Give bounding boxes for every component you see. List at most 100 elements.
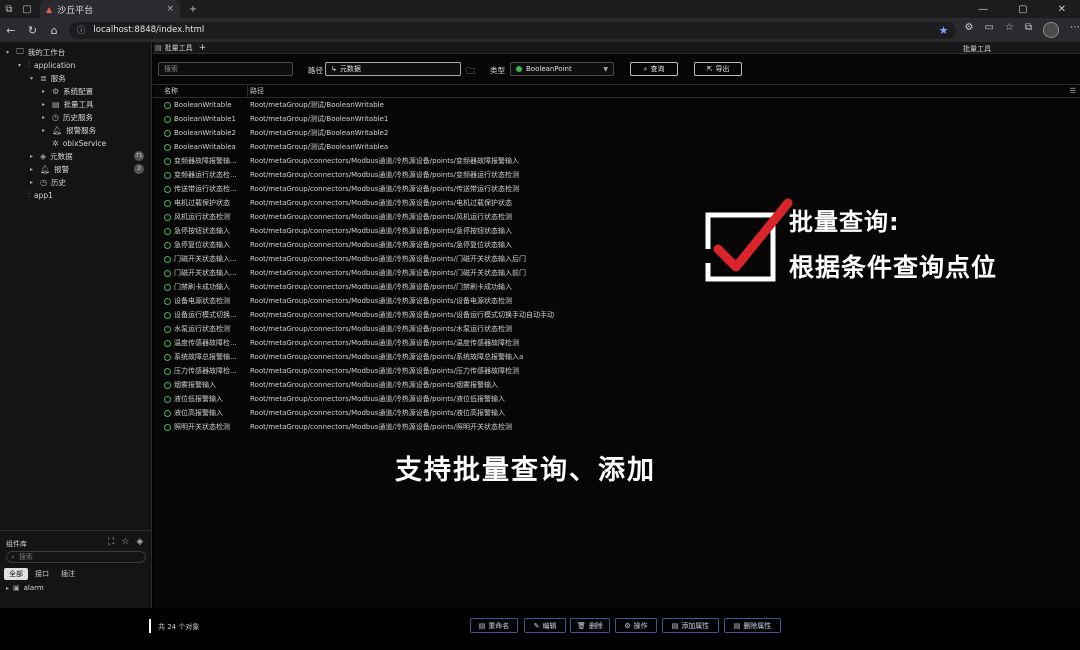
expand-arrow-icon[interactable]: ▸	[30, 179, 36, 186]
action-button[interactable]: ▤ 添加属性	[662, 618, 719, 633]
table-row[interactable]: BooleanWritable Root/metaGroup/测试/Boolean…	[153, 98, 1080, 112]
library-expand-icon[interactable]: ⛶	[108, 537, 114, 547]
expand-arrow-icon[interactable]: ▾	[6, 49, 12, 56]
query-button[interactable]: ⌕ 查询	[630, 62, 678, 76]
back-icon[interactable]: ←	[4, 24, 18, 37]
cell-path: Root/metaGroup/connectors/Modbus通道/冷热源设备…	[250, 395, 505, 403]
favorites-icon[interactable]: ☆	[1005, 22, 1014, 38]
tree-item[interactable]: ▸ ◈ 元数据 71	[30, 150, 152, 162]
tree-item[interactable]: ▾ 🖵 我的工作台	[6, 46, 152, 58]
table-row[interactable]: BooleanWritable1 Root/metaGroup/测试/Boolea…	[153, 112, 1080, 126]
table-row[interactable]: 急停按钮状态输入 Root/metaGroup/connectors/Modbus…	[153, 224, 1080, 238]
action-button[interactable]: 🗑︎ 删除	[570, 618, 610, 633]
tree-item[interactable]: ▸ 🔔︎ 报警服务	[42, 124, 152, 136]
table-row[interactable]: 系统故障总报警输... Root/metaGroup/connectors/Mod…	[153, 350, 1080, 364]
extensions-icon[interactable]: ⚙	[964, 22, 973, 38]
tree-item[interactable]: ▸ ◷ 历史服务	[42, 111, 152, 123]
cell-name: 急停复位状态输入	[153, 240, 248, 250]
table-row[interactable]: 风机运行状态检测 Root/metaGroup/connectors/Modbus…	[153, 210, 1080, 224]
favorite-star-icon[interactable]: ★	[939, 24, 949, 37]
library-star-icon[interactable]: ☆	[121, 537, 129, 547]
tree-item[interactable]: ✲ obixService	[42, 137, 152, 149]
close-window-icon[interactable]: ✕	[1058, 4, 1066, 15]
library-search-input[interactable]: ⌕ 搜索	[6, 551, 146, 563]
filter-plugin[interactable]: 插注	[56, 568, 80, 580]
expand-arrow-icon[interactable]: ▸	[30, 153, 36, 160]
workspaces-icon[interactable]: ⧉	[0, 4, 18, 15]
table-row[interactable]: 水泵运行状态检测 Root/metaGroup/connectors/Modbus…	[153, 322, 1080, 336]
tree-item[interactable]: ▸ 🔔︎ 报警 2	[30, 163, 152, 175]
profile-avatar[interactable]	[1043, 22, 1060, 38]
tree-item[interactable]: ⫶ app1	[18, 189, 152, 201]
table-header: 名称 路径 ☰	[153, 84, 1080, 98]
expand-arrow-icon[interactable]: ▾	[18, 62, 24, 69]
table-row[interactable]: 设备运行模式切换... Root/metaGroup/connectors/Mod…	[153, 308, 1080, 322]
tab-actions-icon[interactable]: ▢	[18, 4, 36, 15]
tab-close-icon[interactable]: ×	[166, 4, 174, 14]
maximize-icon[interactable]: ▢	[1018, 4, 1027, 15]
table-row[interactable]: BooleanWritablea Root/metaGroup/测试/Boolea…	[153, 140, 1080, 154]
column-header-path[interactable]: 路径	[248, 86, 264, 96]
expand-arrow-icon[interactable]: ▸	[42, 101, 48, 108]
table-row[interactable]: 烟雾报警输入 Root/metaGroup/connectors/Modbus通道…	[153, 378, 1080, 392]
add-tab-button[interactable]: +	[199, 43, 207, 53]
path-input[interactable]: ↳ 元数据	[325, 62, 461, 76]
minimize-icon[interactable]: —	[978, 4, 988, 15]
export-button[interactable]: ⇱ 导出	[694, 62, 742, 76]
browser-tab-title: 沙丘平台	[57, 5, 94, 16]
action-button[interactable]: ⚙ 操作	[615, 618, 657, 633]
table-row[interactable]: 变频器故障报警输... Root/metaGroup/connectors/Mod…	[153, 154, 1080, 168]
filter-all[interactable]: 全部	[4, 568, 28, 580]
column-header-name[interactable]: 名称	[153, 85, 248, 97]
new-tab-button[interactable]: +	[184, 4, 202, 15]
site-info-icon[interactable]: ⓘ	[77, 24, 86, 36]
expand-arrow-icon[interactable]: ▸	[42, 127, 48, 134]
table-row[interactable]: BooleanWritable2 Root/metaGroup/测试/Boolea…	[153, 126, 1080, 140]
expand-arrow-icon[interactable]: ▸	[42, 88, 48, 95]
tree-item-label: 报警	[54, 164, 70, 174]
operate-icon: ⚙	[624, 621, 631, 630]
table-row[interactable]: 温度传感器故障检... Root/metaGroup/connectors/Mod…	[153, 336, 1080, 350]
table-row[interactable]: 压力传感器故障检... Root/metaGroup/connectors/Mod…	[153, 364, 1080, 378]
library-item-alarm[interactable]: ▸ ▣ alarm	[6, 584, 44, 592]
point-name: 变频器运行状态检...	[174, 171, 237, 179]
tree-item[interactable]: ▾ ≣ 服务	[30, 72, 152, 84]
folder-icon[interactable]: 🗀	[466, 64, 475, 80]
table-row[interactable]: 设备电源状态检测 Root/metaGroup/connectors/Modbus…	[153, 294, 1080, 308]
tree-item[interactable]: ▸ ◷ 历史	[30, 176, 152, 188]
table-row[interactable]: 液位高报警输入 Root/metaGroup/connectors/Modbus通…	[153, 406, 1080, 420]
url-field[interactable]: ⓘ localhost:8848/index.html ★	[68, 21, 957, 39]
action-label: 删除属性	[743, 621, 772, 630]
action-button[interactable]: ✎ 编辑	[524, 618, 566, 633]
expand-arrow-icon[interactable]: ▸	[30, 166, 36, 173]
table-row[interactable]: 液位低报警输入 Root/metaGroup/connectors/Modbus通…	[153, 392, 1080, 406]
expand-arrow-icon[interactable]: ▾	[30, 75, 36, 82]
collections-icon[interactable]: ⧉	[1025, 22, 1032, 38]
action-button[interactable]: ▤ 重命名	[470, 618, 518, 633]
point-name: 系统故障总报警输...	[174, 353, 237, 361]
browser-tab[interactable]: ▲ 沙丘平台 ×	[40, 0, 180, 18]
query-button-label: 查询	[650, 65, 665, 73]
table-row[interactable]: 电机过载保护状态 Root/metaGroup/connectors/Modbus…	[153, 196, 1080, 210]
library-box-icon[interactable]: ◈	[136, 537, 143, 547]
table-row[interactable]: 传送带运行状态检... Root/metaGroup/connectors/Mod…	[153, 182, 1080, 196]
tree-item[interactable]: ▸ ⚙ 系统配置	[42, 85, 152, 97]
type-select[interactable]: BooleanPoint ▼	[510, 62, 614, 76]
more-icon[interactable]: ⋯	[1070, 22, 1080, 38]
action-button[interactable]: ▤ 删除属性	[724, 618, 781, 633]
tree-item[interactable]: ▸ ▤ 批量工具	[42, 98, 152, 110]
home-icon[interactable]: ⌂	[47, 24, 61, 37]
column-menu-icon[interactable]: ☰	[1070, 87, 1076, 95]
filter-interface[interactable]: 接口	[30, 568, 54, 580]
tab-batch-tool[interactable]: ▤ 批量工具	[155, 43, 193, 53]
tree-item-label: 我的工作台	[27, 47, 66, 57]
table-row[interactable]: 照明开关状态检测 Root/metaGroup/connectors/Modbus…	[153, 420, 1080, 434]
tree-item[interactable]: ▾ ⫶ application	[18, 59, 152, 71]
table-row[interactable]: 变频器运行状态检... Root/metaGroup/connectors/Mod…	[153, 168, 1080, 182]
right-panel-title: 批量工具	[963, 45, 991, 53]
reload-icon[interactable]: ↻	[26, 24, 40, 37]
search-input[interactable]: 搜索	[158, 62, 293, 76]
split-screen-icon[interactable]: ▭	[984, 22, 993, 38]
export-button-label: 导出	[715, 65, 730, 73]
expand-arrow-icon[interactable]: ▸	[42, 114, 48, 121]
